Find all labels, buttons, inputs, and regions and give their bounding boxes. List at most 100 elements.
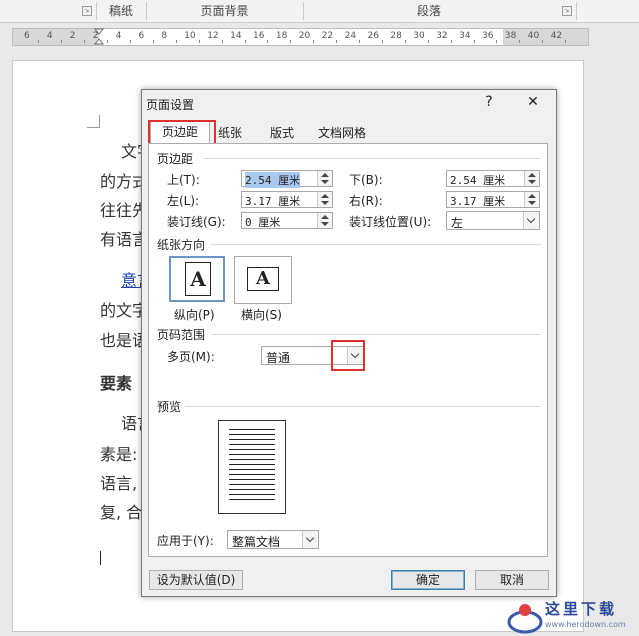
landscape-option[interactable]: A bbox=[234, 256, 292, 304]
spinner-arrows-icon[interactable] bbox=[317, 171, 332, 186]
ruler-tick bbox=[473, 40, 475, 43]
ruler-tick bbox=[61, 40, 63, 43]
ruler-number: 28 bbox=[390, 31, 402, 41]
ruler-tick bbox=[107, 40, 109, 43]
spinner-arrows-icon[interactable] bbox=[317, 192, 332, 207]
gutter-spinner[interactable]: 0 厘米 bbox=[241, 212, 333, 229]
ruler-tick bbox=[244, 40, 246, 43]
apply-to-label: 应用于(Y): bbox=[157, 534, 214, 548]
ruler-tick bbox=[565, 40, 567, 43]
apply-to-select[interactable]: 整篇文档 bbox=[227, 530, 319, 549]
tab-layout[interactable]: 版式 bbox=[260, 123, 304, 143]
help-button[interactable]: ? bbox=[478, 93, 500, 111]
ruler-tick bbox=[496, 40, 498, 43]
ribbon-group-page-background[interactable]: 页面背景 bbox=[147, 0, 302, 22]
ruler-number: 16 bbox=[253, 31, 265, 41]
left-margin-value[interactable]: 3.17 厘米 bbox=[245, 193, 300, 209]
ribbon-group-paragraph[interactable]: 段落 bbox=[304, 0, 554, 22]
ruler-number: 32 bbox=[436, 31, 448, 41]
dropdown-highlight-box bbox=[331, 340, 365, 371]
paragraph-launcher-icon[interactable]: ↘ bbox=[562, 6, 572, 16]
gutter-value[interactable]: 0 厘米 bbox=[245, 214, 280, 230]
margins-panel: 页边距 上(T): 2.54 厘米 下(B): 2.54 厘米 左(L): 3.… bbox=[148, 143, 548, 557]
section-divider bbox=[211, 334, 541, 335]
ruler-number: 8 bbox=[161, 31, 168, 41]
ruler-number: 14 bbox=[230, 31, 242, 41]
gutter-position-label: 装订线位置(U): bbox=[349, 215, 432, 229]
right-margin-label: 右(R): bbox=[349, 194, 383, 208]
dialog-launcher-icon[interactable]: ↘ bbox=[82, 6, 92, 16]
ruler-tick bbox=[38, 40, 40, 43]
portrait-label[interactable]: 纵向(P) bbox=[174, 306, 215, 323]
ruler-tick bbox=[84, 40, 86, 43]
cancel-button[interactable]: 取消 bbox=[475, 570, 549, 590]
landscape-label[interactable]: 横向(S) bbox=[241, 306, 282, 323]
ruler-number: 34 bbox=[459, 31, 471, 41]
ruler-tick bbox=[404, 40, 406, 43]
watermark-logo-icon bbox=[507, 604, 543, 634]
orientation-section-title: 纸张方向 bbox=[157, 238, 206, 252]
section-divider bbox=[211, 244, 541, 245]
multiple-pages-label: 多页(M): bbox=[167, 350, 215, 364]
ruler-tick bbox=[175, 40, 177, 43]
ruler-number: 18 bbox=[275, 31, 288, 41]
portrait-option[interactable]: A bbox=[169, 256, 225, 302]
ruler-number: 42 bbox=[550, 31, 563, 41]
pages-section-title: 页码范围 bbox=[157, 328, 206, 342]
ribbon-group-manuscript[interactable]: 稿纸 bbox=[97, 0, 145, 22]
spinner-arrows-icon[interactable] bbox=[524, 171, 539, 186]
ruler-tick bbox=[381, 40, 383, 43]
ruler-number: 4 bbox=[46, 31, 53, 41]
doc-text-line: 语言, bbox=[100, 474, 138, 493]
ok-button[interactable]: 确定 bbox=[391, 570, 465, 590]
section-divider bbox=[203, 158, 541, 159]
ruler-number: 24 bbox=[344, 31, 357, 41]
gutter-position-select[interactable]: 左 bbox=[446, 211, 540, 230]
landscape-page-icon: A bbox=[247, 267, 279, 291]
ruler-number: 12 bbox=[207, 31, 219, 41]
left-margin-spinner[interactable]: 3.17 厘米 bbox=[241, 191, 333, 208]
spinner-arrows-icon[interactable] bbox=[524, 192, 539, 207]
chevron-down-icon[interactable] bbox=[302, 531, 318, 548]
ruler-tick bbox=[290, 40, 292, 43]
bottom-margin-value[interactable]: 2.54 厘米 bbox=[450, 172, 505, 188]
portrait-page-icon: A bbox=[185, 262, 211, 296]
ruler-tick bbox=[519, 40, 521, 43]
ruler-tick bbox=[313, 40, 315, 43]
ruler-number: 20 bbox=[298, 31, 311, 41]
tab-paper[interactable]: 纸张 bbox=[210, 123, 250, 143]
multiple-pages-value: 普通 bbox=[266, 351, 291, 365]
ruler-tick bbox=[267, 40, 269, 43]
spinner-arrows-icon[interactable] bbox=[317, 213, 332, 228]
right-margin-value[interactable]: 3.17 厘米 bbox=[450, 193, 505, 209]
ruler-tick bbox=[221, 40, 223, 43]
right-margin-spinner[interactable]: 3.17 厘米 bbox=[446, 191, 540, 208]
section-divider bbox=[185, 406, 541, 407]
ruler-number: 4 bbox=[115, 31, 122, 41]
close-button[interactable]: ✕ bbox=[522, 93, 544, 111]
top-margin-value[interactable]: 2.54 厘米 bbox=[245, 172, 301, 188]
ruler-tick bbox=[152, 40, 154, 43]
tab-document-grid[interactable]: 文档网格 bbox=[312, 123, 372, 143]
top-margin-spinner[interactable]: 2.54 厘米 bbox=[241, 170, 333, 188]
doc-text-line: 复, 合 bbox=[100, 503, 143, 522]
site-watermark: 这里下载 www.herodown.com bbox=[505, 596, 639, 636]
chevron-down-icon[interactable] bbox=[523, 212, 539, 229]
preview-page-thumbnail bbox=[218, 420, 286, 514]
gutter-position-value: 左 bbox=[451, 216, 464, 230]
ruler-number: 10 bbox=[184, 31, 196, 41]
ruler-number: 2 bbox=[69, 31, 76, 41]
ruler-tick bbox=[450, 40, 452, 43]
left-margin-label: 左(L): bbox=[167, 194, 200, 208]
watermark-title: 这里下载 bbox=[545, 600, 618, 618]
ruler-tick bbox=[542, 40, 544, 43]
ruler-tick bbox=[130, 40, 132, 43]
indent-marker-icon[interactable] bbox=[93, 28, 105, 46]
horizontal-ruler[interactable]: 6 4 2 2 4 6 8 10 12 14 16 18 20 22 24 26 28 30 32 34 36 38 40 4… bbox=[12, 28, 589, 46]
set-default-button[interactable]: 设为默认值(D) bbox=[149, 570, 243, 590]
ruler-tick bbox=[198, 40, 200, 43]
gutter-label: 装订线(G): bbox=[167, 215, 226, 229]
bottom-margin-spinner[interactable]: 2.54 厘米 bbox=[446, 170, 540, 187]
watermark-url: www.herodown.com bbox=[545, 620, 626, 629]
page-setup-dialog: 页面设置 ? ✕ 页边距 纸张 版式 文档网格 页边距 上(T): 2.54 厘… bbox=[141, 89, 557, 597]
